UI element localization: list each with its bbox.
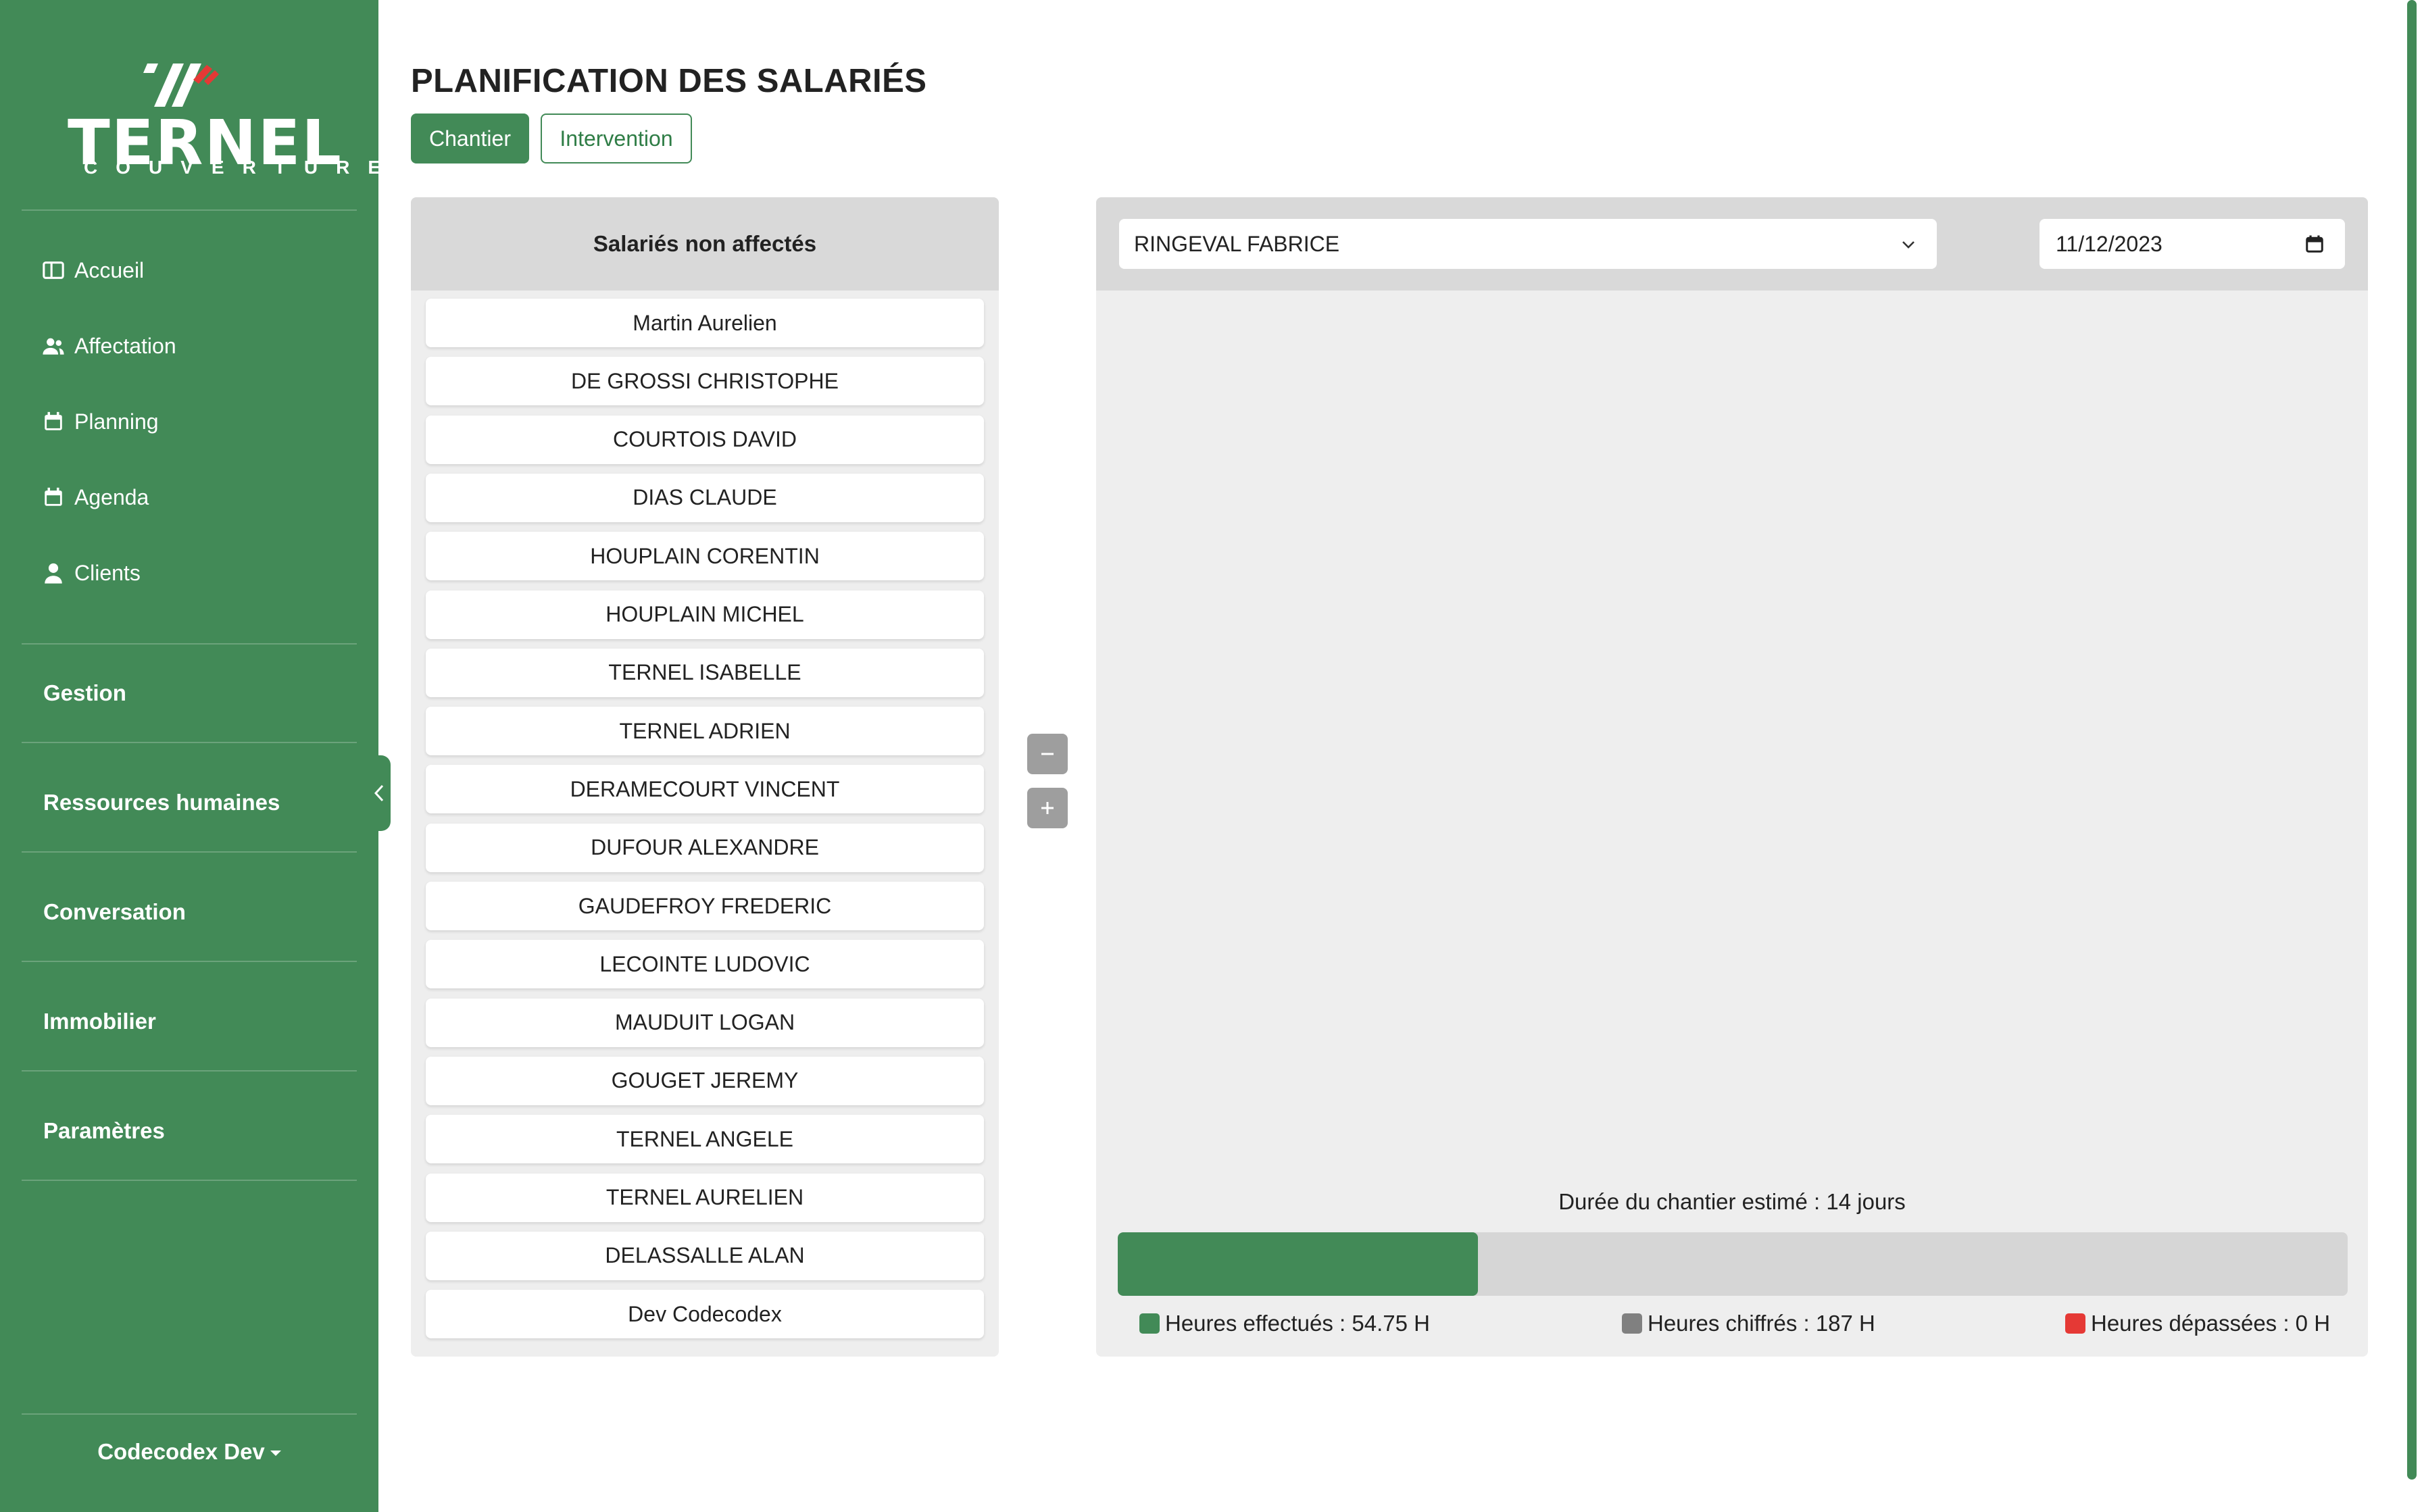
sidebar-divider [22,209,357,211]
sidebar-section-conversation[interactable]: Conversation [43,892,186,932]
employee-card[interactable]: DERAMECOURT VINCENT [426,765,984,814]
layout-icon [43,261,64,279]
legend-label: Heures dépassées : 0 H [2091,1311,2331,1336]
plus-icon [1041,802,1054,814]
legend-swatch [1139,1313,1160,1334]
sidebar-section-immobilier[interactable]: Immobilier [43,1001,156,1042]
site-planning-panel: RINGEVAL FABRICE 11/12/2023 Durée du cha… [1096,197,2368,1357]
site-select-value: RINGEVAL FABRICE [1134,231,1340,256]
sidebar-item-agenda[interactable]: Agenda [42,477,149,518]
calendar-icon [45,487,62,506]
sidebar-divider [22,1180,357,1181]
employee-card[interactable]: HOUPLAIN CORENTIN [426,532,984,581]
ternel-logo[interactable]: TERNEL COUVERTURE [68,61,399,182]
calendar-icon[interactable] [2304,234,2325,254]
sidebar-item-label: Planning [74,409,159,434]
panel-title: Salariés non affectés [411,197,999,291]
logo-subtitle: COUVERTURE [84,157,399,178]
sidebar: TERNEL COUVERTURE Accueil Affectation Pl… [0,0,399,1512]
calendar-icon [45,411,62,430]
legend-hours-exceeded: Heures dépassées : 0 H [2065,1311,2330,1336]
sidebar-section-ressources-humaines[interactable]: Ressources humaines [43,782,280,823]
sidebar-divider [22,1070,357,1072]
users-icon [43,338,64,355]
employee-card[interactable]: LECOINTE LUDOVIC [426,940,984,989]
sidebar-item-affectation[interactable]: Affectation [42,326,176,366]
logo-mark-icon [143,64,219,107]
hours-progress-bar [1118,1232,2348,1296]
employee-card[interactable]: TERNEL ISABELLE [426,648,984,697]
chevron-down-icon [1902,241,1914,249]
sidebar-item-label: Agenda [74,484,149,509]
zoom-out-button[interactable] [1027,734,1068,774]
panel-header: RINGEVAL FABRICE 11/12/2023 [1096,197,2368,291]
legend-label: Heures effectués : 54.75 H [1165,1311,1430,1336]
user-menu[interactable]: Codecodex Dev [0,1439,378,1465]
employee-card[interactable]: COURTOIS DAVID [426,415,984,464]
sidebar-divider [22,1413,357,1415]
date-input[interactable]: 11/12/2023 [2040,219,2345,269]
unassigned-employees-panel: Salariés non affectés Martin Aurelien DE … [411,197,999,1357]
sidebar-collapse-button[interactable] [368,755,391,831]
chevron-left-icon [374,784,384,802]
sidebar-section-parametres[interactable]: Paramètres [43,1111,165,1151]
employee-card[interactable]: MAUDUIT LOGAN [426,998,984,1047]
legend-label: Heures chiffrés : 187 H [1648,1311,1875,1336]
employee-card[interactable]: Martin Aurelien [426,299,984,347]
employee-card[interactable]: DIAS CLAUDE [426,473,984,522]
employee-card[interactable]: Dev Codecodex [426,1290,984,1339]
hours-progress-fill [1118,1232,1478,1296]
employee-card[interactable]: TERNEL ADRIEN [426,707,984,756]
legend-hours-done: Heures effectués : 54.75 H [1139,1311,1430,1336]
employee-card[interactable]: HOUPLAIN MICHEL [426,590,984,639]
sidebar-item-planning[interactable]: Planning [42,401,159,442]
page-scrollbar[interactable] [2407,0,2417,1480]
sidebar-item-label: Clients [74,560,141,585]
caret-down-icon [270,1451,281,1457]
sidebar-item-accueil[interactable]: Accueil [42,250,144,291]
minus-icon [1041,753,1054,755]
zoom-in-button[interactable] [1027,788,1068,828]
tab-chantier[interactable]: Chantier [411,114,529,163]
legend-swatch [2065,1313,2085,1334]
sidebar-divider [22,742,357,743]
user-icon [45,563,62,584]
page-title: PLANIFICATION DES SALARIÉS [411,63,927,99]
employee-card[interactable]: DUFOUR ALEXANDRE [426,823,984,872]
sidebar-divider [22,961,357,962]
employee-card[interactable]: TERNEL ANGELE [426,1115,984,1164]
sidebar-divider [22,643,357,645]
sidebar-item-label: Affectation [74,333,176,358]
tab-intervention[interactable]: Intervention [541,114,692,163]
legend-swatch [1622,1313,1642,1334]
employee-card[interactable]: TERNEL AURELIEN [426,1173,984,1222]
user-name: Codecodex Dev [97,1439,265,1464]
estimated-duration: Durée du chantier estimé : 14 jours [1558,1189,1906,1214]
employee-card[interactable]: DE GROSSI CHRISTOPHE [426,357,984,406]
employee-card[interactable]: GOUGET JEREMY [426,1056,984,1105]
sidebar-divider [22,851,357,853]
sidebar-item-label: Accueil [74,257,145,282]
legend-hours-quoted: Heures chiffrés : 187 H [1622,1311,1875,1336]
date-value: 11/12/2023 [2056,231,2162,256]
sidebar-item-clients[interactable]: Clients [42,553,141,593]
employee-card[interactable]: DELASSALLE ALAN [426,1231,984,1280]
employee-card[interactable]: GAUDEFROY FREDERIC [426,882,984,930]
sidebar-section-gestion[interactable]: Gestion [43,673,126,713]
site-select[interactable]: RINGEVAL FABRICE [1119,219,1937,269]
